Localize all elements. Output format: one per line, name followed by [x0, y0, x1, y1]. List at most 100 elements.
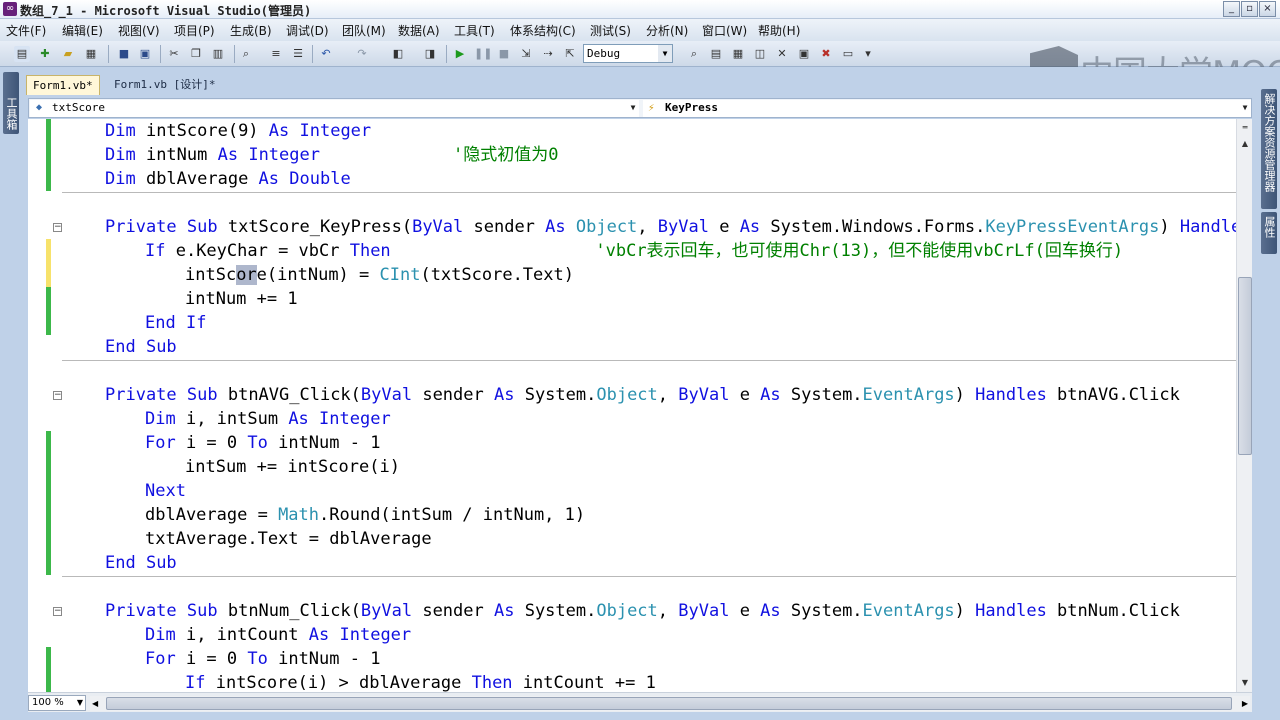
navigate-backward-icon[interactable]: ◧: [390, 46, 406, 62]
code-token: End: [145, 313, 186, 333]
scroll-up-icon[interactable]: ▲: [1238, 137, 1252, 151]
code-token: System.Windows.Forms.: [770, 217, 986, 237]
event-combo[interactable]: ⚡ KeyPress ▼: [643, 100, 1251, 117]
menu-edit[interactable]: 编辑(E): [62, 22, 103, 39]
solution-configuration-select[interactable]: Debug ▼: [583, 44, 673, 63]
code-line[interactable]: If e.KeyChar = vbCr Then 'vbCr表示回车，也可使用C…: [145, 239, 1123, 263]
code-line[interactable]: If intScore(i) > dblAverage Then intCoun…: [185, 671, 656, 692]
properties-tab[interactable]: 属性: [1261, 212, 1277, 254]
open-file-icon[interactable]: ▰: [60, 46, 76, 62]
toolbox-tab[interactable]: 工具箱: [3, 72, 19, 134]
pause-icon[interactable]: ❚❚: [474, 46, 492, 62]
split-icon[interactable]: ═: [1238, 121, 1252, 135]
find-icon[interactable]: ⌕: [238, 46, 254, 62]
add-new-item-icon[interactable]: ▦: [83, 46, 99, 62]
minimize-button[interactable]: _: [1223, 1, 1240, 17]
toolbar-options-icon[interactable]: ▾: [860, 46, 876, 62]
code-token: System.: [790, 385, 863, 405]
code-line[interactable]: intSum += intScore(i): [185, 455, 400, 479]
code-line[interactable]: Dim i, intSum As Integer: [145, 407, 391, 431]
toolbox-icon[interactable]: ✕: [774, 46, 790, 62]
code-token: ): [1159, 217, 1180, 237]
menu-view[interactable]: 视图(V): [118, 22, 160, 39]
menu-team[interactable]: 团队(M): [342, 22, 386, 39]
step-over-icon[interactable]: ⇢: [540, 46, 556, 62]
horizontal-scrollbar[interactable]: ◀ ▶: [90, 696, 1250, 711]
collapse-icon[interactable]: −: [53, 223, 62, 232]
code-line[interactable]: End Sub: [105, 551, 177, 575]
code-token: 'vbCr表示回车，也可使用Chr(13)，但不能使用vbCrLf(回车换行): [595, 241, 1124, 261]
start-page-icon[interactable]: ▣: [796, 46, 812, 62]
navigate-forward-icon[interactable]: ◨: [422, 46, 438, 62]
step-into-icon[interactable]: ⇲: [518, 46, 534, 62]
code-line[interactable]: Dim intScore(9) As Integer: [105, 119, 371, 143]
code-line[interactable]: Private Sub btnAVG_Click(ByVal sender As…: [105, 383, 1180, 407]
object-combo-value: txtScore: [52, 101, 105, 114]
code-line[interactable]: Dim intNum As Integer '隐式初值为0: [105, 143, 559, 167]
vertical-scrollbar[interactable]: ═ ▲ ▼: [1236, 119, 1252, 692]
start-debugging-icon[interactable]: ▶: [452, 46, 468, 62]
redo-icon[interactable]: ↷: [354, 46, 370, 62]
code-line[interactable]: dblAverage = Math.Round(intSum / intNum,…: [145, 503, 585, 527]
menu-file[interactable]: 文件(F): [6, 22, 46, 39]
solution-explorer-tab[interactable]: 解决方案资源管理器: [1261, 89, 1277, 209]
menu-data[interactable]: 数据(A): [398, 22, 440, 39]
object-browser-icon[interactable]: ◫: [752, 46, 768, 62]
code-token: For: [145, 433, 186, 453]
code-line[interactable]: intNum += 1: [185, 287, 298, 311]
uncomment-icon[interactable]: ☰: [290, 46, 306, 62]
solution-explorer-icon[interactable]: ▤: [708, 46, 724, 62]
zoom-select[interactable]: 100 % ▼: [28, 695, 86, 711]
object-combo[interactable]: ◆ txtScore ▼: [30, 100, 639, 117]
undo-icon[interactable]: ↶: [318, 46, 334, 62]
save-all-icon[interactable]: ▣: [137, 46, 153, 62]
menu-project[interactable]: 项目(P): [174, 22, 215, 39]
new-project-icon[interactable]: ▤: [14, 46, 30, 62]
cut-icon[interactable]: ✂: [166, 46, 182, 62]
scrollbar-thumb[interactable]: [1238, 277, 1252, 455]
code-line[interactable]: Private Sub txtScore_KeyPress(ByVal send…: [105, 215, 1251, 239]
extension-manager-icon[interactable]: ✖: [818, 46, 834, 62]
collapse-icon[interactable]: −: [53, 391, 62, 400]
stop-icon[interactable]: ■: [496, 46, 512, 62]
code-line[interactable]: Dim dblAverage As Double: [105, 167, 351, 191]
code-line[interactable]: txtAverage.Text = dblAverage: [145, 527, 432, 551]
code-line[interactable]: End If: [145, 311, 206, 335]
step-out-icon[interactable]: ⇱: [562, 46, 578, 62]
code-line[interactable]: For i = 0 To intNum - 1: [145, 647, 380, 671]
tab-form1-vb[interactable]: Form1.vb*: [26, 75, 100, 95]
properties-window-icon[interactable]: ▦: [730, 46, 746, 62]
restore-button[interactable]: ▫: [1241, 1, 1258, 17]
comment-icon[interactable]: ≡: [268, 46, 284, 62]
scroll-down-icon[interactable]: ▼: [1238, 676, 1252, 690]
menu-analyze[interactable]: 分析(N): [646, 22, 688, 39]
find-in-files-icon[interactable]: ⌕: [686, 46, 702, 62]
code-editor[interactable]: − − − Dim intScore(9) As Integer Dim intN…: [28, 119, 1252, 692]
right-dock: 解决方案资源管理器 属性: [1258, 67, 1280, 720]
code-line[interactable]: Dim i, intCount As Integer: [145, 623, 411, 647]
scrollbar-thumb[interactable]: [106, 697, 1232, 710]
menu-window[interactable]: 窗口(W): [702, 22, 747, 39]
menu-build[interactable]: 生成(B): [230, 22, 272, 39]
scroll-left-icon[interactable]: ◀: [92, 696, 98, 711]
code-line[interactable]: End Sub: [105, 335, 177, 359]
menu-test[interactable]: 测试(S): [590, 22, 631, 39]
close-button[interactable]: ×: [1259, 1, 1276, 17]
code-line[interactable]: Next: [145, 479, 186, 503]
scroll-right-icon[interactable]: ▶: [1242, 696, 1248, 711]
code-token: Dim: [105, 169, 146, 189]
paste-icon[interactable]: ▥: [210, 46, 226, 62]
code-line[interactable]: For i = 0 To intNum - 1: [145, 431, 380, 455]
menu-architecture[interactable]: 体系结构(C): [510, 22, 576, 39]
command-window-icon[interactable]: ▭: [840, 46, 856, 62]
save-icon[interactable]: ■: [116, 46, 132, 62]
menu-help[interactable]: 帮助(H): [758, 22, 800, 39]
code-line[interactable]: Private Sub btnNum_Click(ByVal sender As…: [105, 599, 1180, 623]
menu-debug[interactable]: 调试(D): [286, 22, 329, 39]
add-item-icon[interactable]: ✚: [37, 46, 53, 62]
code-line[interactable]: intScore(intNum) = CInt(txtScore.Text): [185, 263, 574, 287]
tab-form1-design[interactable]: Form1.vb [设计]*: [108, 75, 221, 95]
menu-tools[interactable]: 工具(T): [454, 22, 495, 39]
copy-icon[interactable]: ❐: [188, 46, 204, 62]
collapse-icon[interactable]: −: [53, 607, 62, 616]
